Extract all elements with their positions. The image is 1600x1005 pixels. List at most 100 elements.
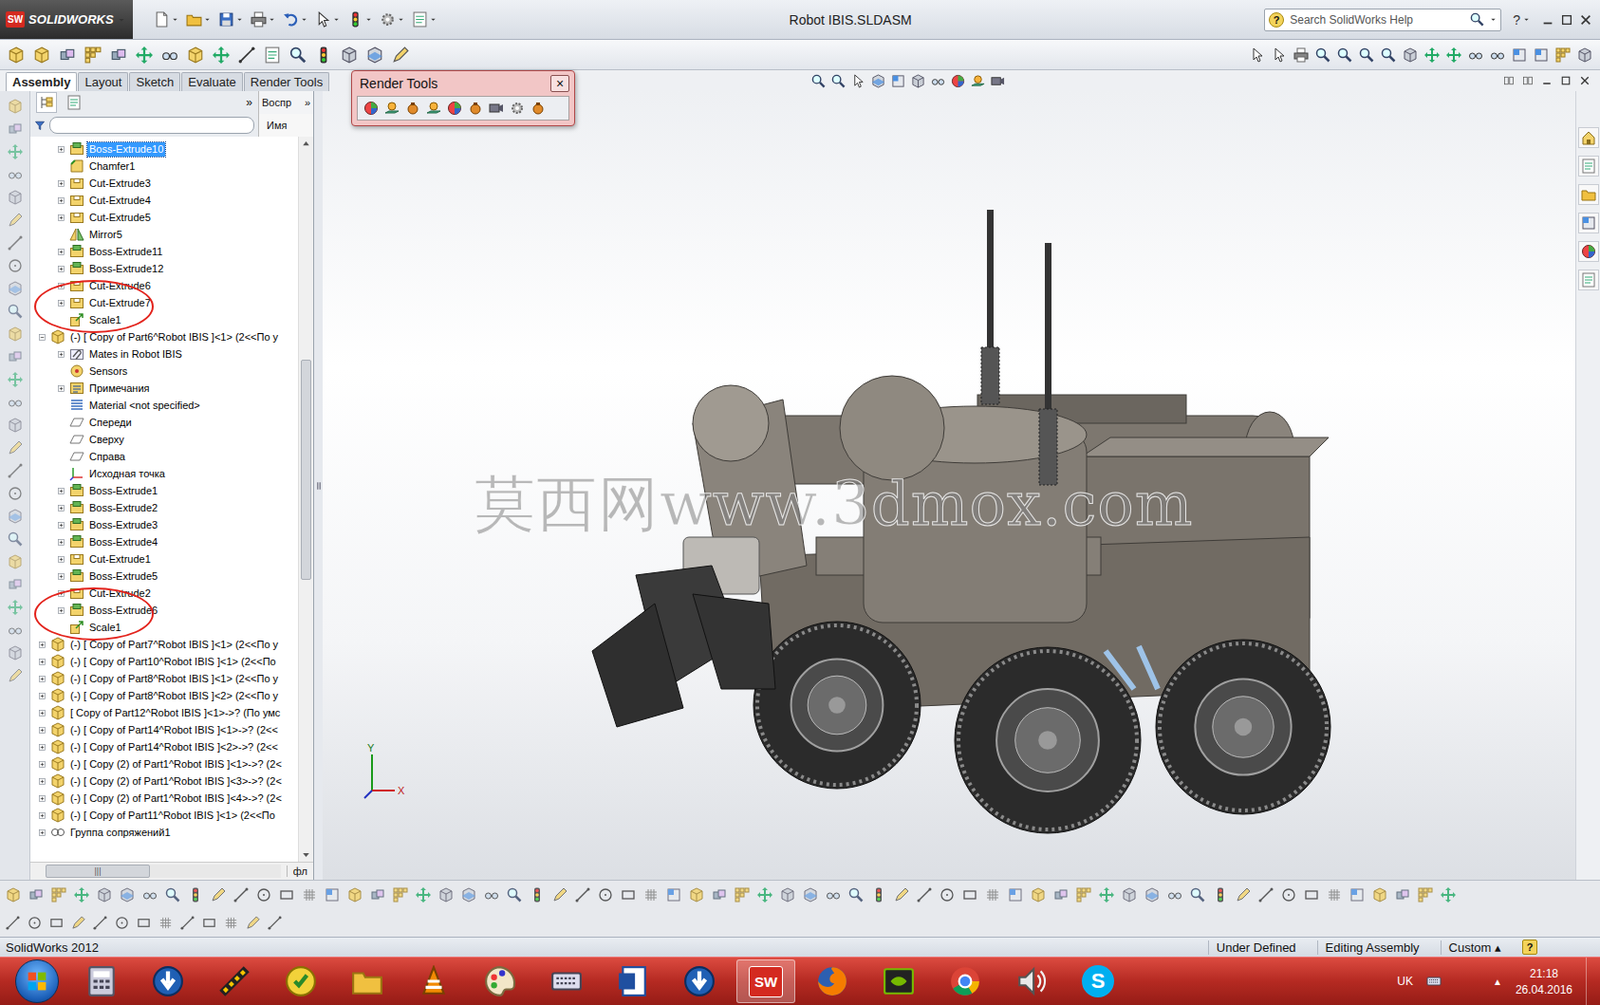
expander[interactable] [55, 502, 67, 514]
toolbar-button[interactable] [71, 915, 86, 931]
tree-item[interactable]: (-) [ Copy of Part8^Robot IBIS ]<2> (2<<… [30, 687, 298, 705]
tree-item[interactable]: Mirror5 [30, 225, 298, 243]
render-tool-button[interactable] [446, 100, 463, 116]
toolbar-button[interactable] [985, 887, 1001, 903]
toolbar-button[interactable] [483, 887, 500, 903]
render-tool-button[interactable] [363, 100, 379, 116]
tree-item[interactable]: (-) [ Copy of Part14^Robot IBIS ]<2>->? … [30, 738, 298, 756]
toolbar-button[interactable] [711, 887, 727, 903]
expander[interactable] [55, 588, 67, 599]
taskbar-app[interactable] [470, 959, 530, 1004]
expander[interactable] [37, 793, 48, 804]
tree-item[interactable]: Boss-Extrude5 [30, 567, 298, 585]
panel-splitter[interactable] [314, 91, 323, 880]
tree-item[interactable]: Примечания [30, 379, 298, 397]
toolbar-button[interactable] [202, 915, 217, 931]
command-button[interactable] [161, 46, 179, 64]
taskbar-app[interactable] [802, 959, 862, 1004]
quick-access-button[interactable] [153, 11, 179, 28]
toolbar-button[interactable] [187, 887, 204, 903]
expander[interactable] [55, 280, 67, 292]
tree-item[interactable]: Cut-Extrude7 [30, 294, 298, 312]
command-button[interactable] [263, 46, 281, 64]
toolbar-button[interactable] [1372, 887, 1388, 903]
toolbar-button[interactable] [780, 887, 796, 903]
tree-item[interactable]: Boss-Extrude12 [30, 260, 298, 278]
command-button[interactable] [1249, 47, 1266, 63]
expand-icon[interactable] [37, 810, 48, 821]
tree-item[interactable]: (-) [ Copy of Part6^Robot IBIS ]<1> (2<<… [30, 328, 298, 346]
toolbar-button[interactable] [1349, 887, 1365, 903]
collapse-icon[interactable] [37, 332, 48, 343]
toolbar-button[interactable] [506, 887, 522, 903]
toolbar-button[interactable] [96, 887, 112, 903]
expander[interactable] [37, 332, 48, 343]
command-button[interactable] [1424, 47, 1440, 63]
view-button[interactable] [831, 74, 846, 89]
toolbar-button[interactable] [27, 915, 42, 931]
tree-item[interactable]: Boss-Extrude2 [30, 499, 298, 517]
toolbar-button[interactable] [461, 887, 477, 903]
expander[interactable] [37, 707, 48, 719]
search-field[interactable]: ?Search SolidWorks Help [1264, 8, 1502, 32]
command-button[interactable] [110, 46, 128, 64]
expander[interactable] [55, 195, 67, 206]
view-button[interactable] [990, 74, 1005, 89]
command-tab[interactable]: Render Tools [243, 72, 330, 92]
command-button[interactable] [135, 46, 153, 64]
command-button[interactable] [1380, 47, 1396, 63]
toolbar-button[interactable] [597, 887, 614, 903]
toolbar-button[interactable] [7, 326, 23, 342]
toolbar-button[interactable] [7, 576, 23, 593]
property-tab[interactable] [64, 93, 84, 112]
app-logo[interactable]: SWSOLIDWORKS [0, 0, 133, 39]
command-button[interactable] [1315, 47, 1331, 63]
toolbar-button[interactable] [28, 887, 44, 903]
expand-icon[interactable] [55, 195, 67, 206]
toolbar-button[interactable] [7, 668, 23, 684]
tree-item[interactable]: Спереди [30, 413, 298, 431]
expand-icon[interactable] [55, 246, 67, 258]
command-button[interactable] [1337, 47, 1353, 63]
toolbar-button[interactable] [223, 915, 239, 931]
expand-icon[interactable] [55, 383, 67, 394]
toolbar-button[interactable] [1076, 887, 1092, 903]
expand-icon[interactable] [55, 588, 67, 599]
expand-icon[interactable] [55, 554, 67, 565]
feature-tree-tab[interactable] [36, 92, 57, 113]
toolbar-button[interactable] [620, 887, 636, 903]
expander[interactable] [55, 263, 67, 275]
toolbar-button[interactable] [7, 485, 23, 502]
toolbar-button[interactable] [1326, 887, 1342, 903]
taskbar-app[interactable] [72, 959, 131, 1004]
taskbar-app[interactable] [669, 959, 729, 1004]
expand-icon[interactable] [55, 502, 67, 514]
task-pane-tab[interactable] [1578, 241, 1600, 262]
command-button[interactable] [1555, 47, 1571, 63]
display-pane-header[interactable]: Воспр» [258, 91, 314, 114]
command-button[interactable] [1511, 47, 1527, 63]
tree-item[interactable]: Cut-Extrude4 [30, 191, 298, 209]
expander[interactable] [37, 810, 48, 821]
magnifier-icon[interactable] [1469, 12, 1485, 27]
toolbar-button[interactable] [7, 98, 23, 114]
toolbar-button[interactable] [1007, 887, 1024, 903]
toolbar-button[interactable] [7, 167, 23, 183]
units-selector[interactable]: Custom ▴ [1440, 940, 1506, 955]
toolbar-button[interactable] [688, 887, 705, 903]
expander[interactable] [55, 554, 67, 565]
toolbar-button[interactable] [279, 887, 295, 903]
expand-icon[interactable] [37, 827, 48, 838]
tree-item[interactable]: Cut-Extrude3 [30, 174, 298, 192]
toolbar-button[interactable] [7, 554, 23, 570]
toolbar-button[interactable] [7, 463, 23, 479]
view-button[interactable] [891, 74, 906, 89]
command-button[interactable] [84, 46, 102, 64]
minimize-icon[interactable] [1541, 13, 1555, 27]
render-tool-button[interactable] [488, 100, 504, 116]
command-button[interactable] [391, 46, 410, 64]
command-button[interactable] [1293, 47, 1309, 63]
maximize-icon[interactable] [1560, 13, 1574, 27]
toolbar-button[interactable] [136, 915, 151, 931]
quick-access-button[interactable] [218, 11, 243, 28]
